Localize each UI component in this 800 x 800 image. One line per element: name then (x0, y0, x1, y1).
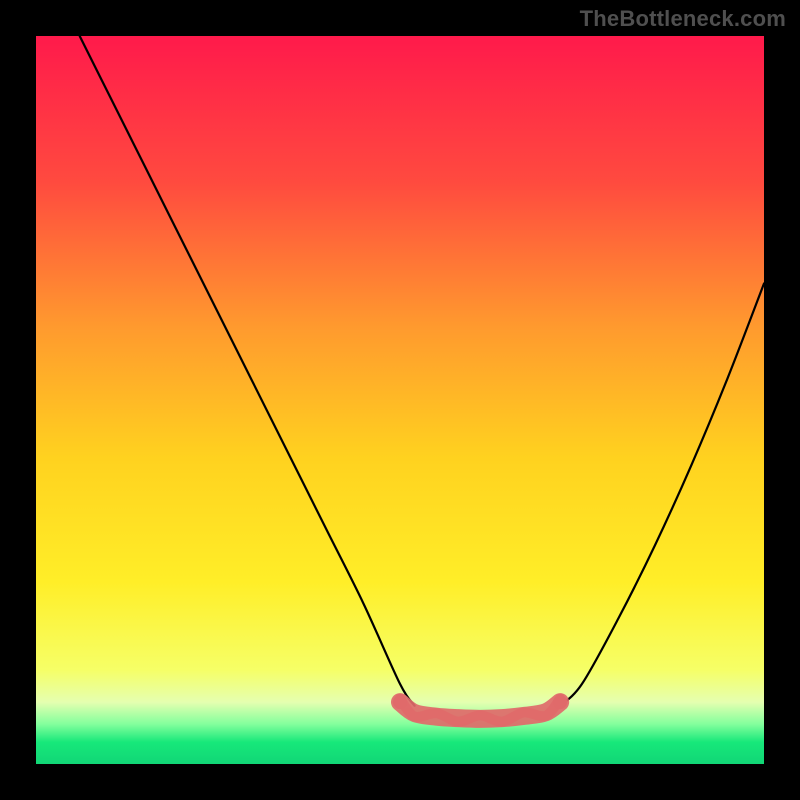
chart-frame: TheBottleneck.com (0, 0, 800, 800)
bottleneck-chart (0, 0, 800, 800)
watermark-text: TheBottleneck.com (580, 6, 786, 32)
plot-area (36, 36, 764, 764)
marker-0 (393, 695, 407, 709)
marker-1 (553, 695, 567, 709)
